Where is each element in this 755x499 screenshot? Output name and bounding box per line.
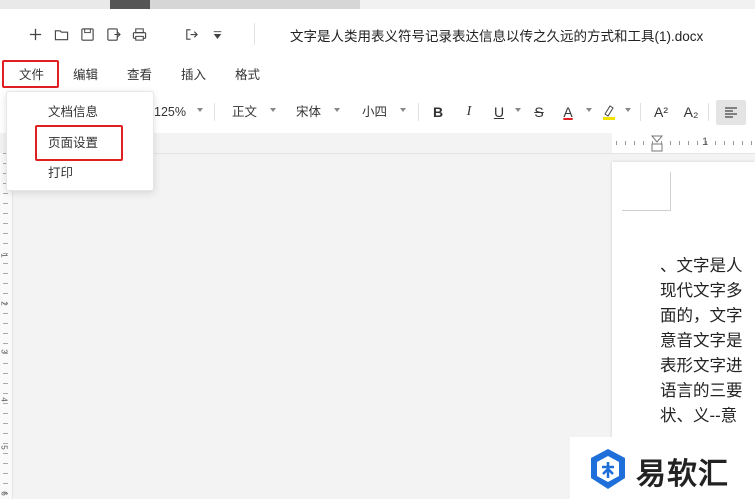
document-text-line: 状、义--意: [660, 406, 738, 425]
size-chevron-down-icon[interactable]: [400, 108, 406, 112]
title-divider: [254, 23, 255, 45]
italic-button[interactable]: I: [462, 102, 476, 122]
document-text-line: 面的，文字: [660, 306, 743, 325]
menu-view[interactable]: 查看: [127, 59, 152, 91]
page-margin-corner: [622, 172, 671, 211]
document-text-line: 、文字是人: [660, 256, 743, 275]
highlight-icon[interactable]: [601, 102, 617, 122]
vruler-number: 3: [0, 349, 9, 354]
vruler-number: 1: [0, 253, 9, 258]
plus-icon[interactable]: [27, 26, 43, 42]
menu-file-highlight: [2, 60, 59, 88]
save-as-icon[interactable]: [105, 26, 121, 42]
align-left-icon[interactable]: [716, 100, 746, 125]
watermark-text: 易软汇: [636, 458, 729, 491]
zoom-chevron-down-icon[interactable]: [197, 108, 203, 112]
vruler-number: 6: [0, 491, 9, 496]
export-icon[interactable]: [183, 26, 199, 42]
more-dropdown-icon[interactable]: [209, 26, 225, 42]
menu-edit[interactable]: 编辑: [73, 59, 98, 91]
document-text-line: 意音文字是: [660, 331, 743, 350]
folder-icon[interactable]: [53, 26, 69, 42]
font-color-button[interactable]: A: [561, 102, 575, 122]
subscript-button[interactable]: A₂: [682, 102, 700, 122]
bold-button[interactable]: B: [431, 102, 445, 122]
document-title: 文字是人类用表义符号记录表达信息以传之久远的方式和工具(1).docx: [290, 29, 704, 44]
indent-marker-icon[interactable]: [650, 135, 664, 152]
ruler-number: 1: [702, 136, 709, 148]
style-chevron-down-icon[interactable]: [270, 108, 276, 112]
menu-item-print[interactable]: 打印: [48, 162, 73, 181]
vertical-ruler: 1 2 3 4 5 6: [0, 153, 13, 499]
menu-item-document-info[interactable]: 文档信息: [48, 101, 98, 120]
brand-logo-icon: [588, 447, 628, 491]
underline-button[interactable]: U: [492, 102, 506, 122]
title-bar: 文字是人类用表义符号记录表达信息以传之久远的方式和工具(1).docx: [0, 9, 755, 59]
toolbar-divider: [640, 103, 641, 121]
toolbar-divider: [708, 103, 709, 121]
highlight-chevron-down-icon[interactable]: [625, 108, 631, 112]
vruler-number: 4: [0, 397, 9, 402]
save-icon[interactable]: [79, 26, 95, 42]
top-tab-strip: [0, 0, 755, 9]
font-family-select[interactable]: 宋体: [296, 91, 321, 133]
menu-bar: 文件 编辑 查看 插入 格式: [0, 59, 755, 91]
menu-item-page-setup[interactable]: 页面设置: [48, 132, 98, 151]
document-text-line: 现代文字多: [660, 281, 743, 300]
ruler-ticks: [616, 141, 755, 145]
menu-format[interactable]: 格式: [235, 59, 260, 91]
document-text-line: 语言的三要: [660, 381, 743, 400]
toolbar-divider: [214, 103, 215, 121]
tab-inactive[interactable]: [150, 0, 360, 9]
menu-insert[interactable]: 插入: [181, 59, 206, 91]
font-color-chevron-down-icon[interactable]: [586, 108, 592, 112]
underline-chevron-down-icon[interactable]: [515, 108, 521, 112]
print-icon[interactable]: [131, 26, 147, 42]
file-menu-dropdown: 文档信息 页面设置 打印: [6, 91, 154, 191]
document-text-line: 表形文字进: [660, 356, 743, 375]
vruler-number: 5: [0, 445, 9, 450]
vruler-number: 2: [0, 301, 9, 306]
paragraph-style-select[interactable]: 正文: [232, 91, 257, 133]
zoom-select[interactable]: 125%: [154, 91, 186, 133]
tab-dark[interactable]: [110, 0, 150, 9]
tab-active[interactable]: [360, 0, 755, 9]
strikethrough-button[interactable]: S: [532, 102, 546, 122]
toolbar-divider: [418, 103, 419, 121]
font-size-select[interactable]: 小四: [362, 91, 387, 133]
font-chevron-down-icon[interactable]: [334, 108, 340, 112]
superscript-button[interactable]: A²: [652, 102, 670, 122]
watermark: 易软汇: [570, 437, 755, 499]
